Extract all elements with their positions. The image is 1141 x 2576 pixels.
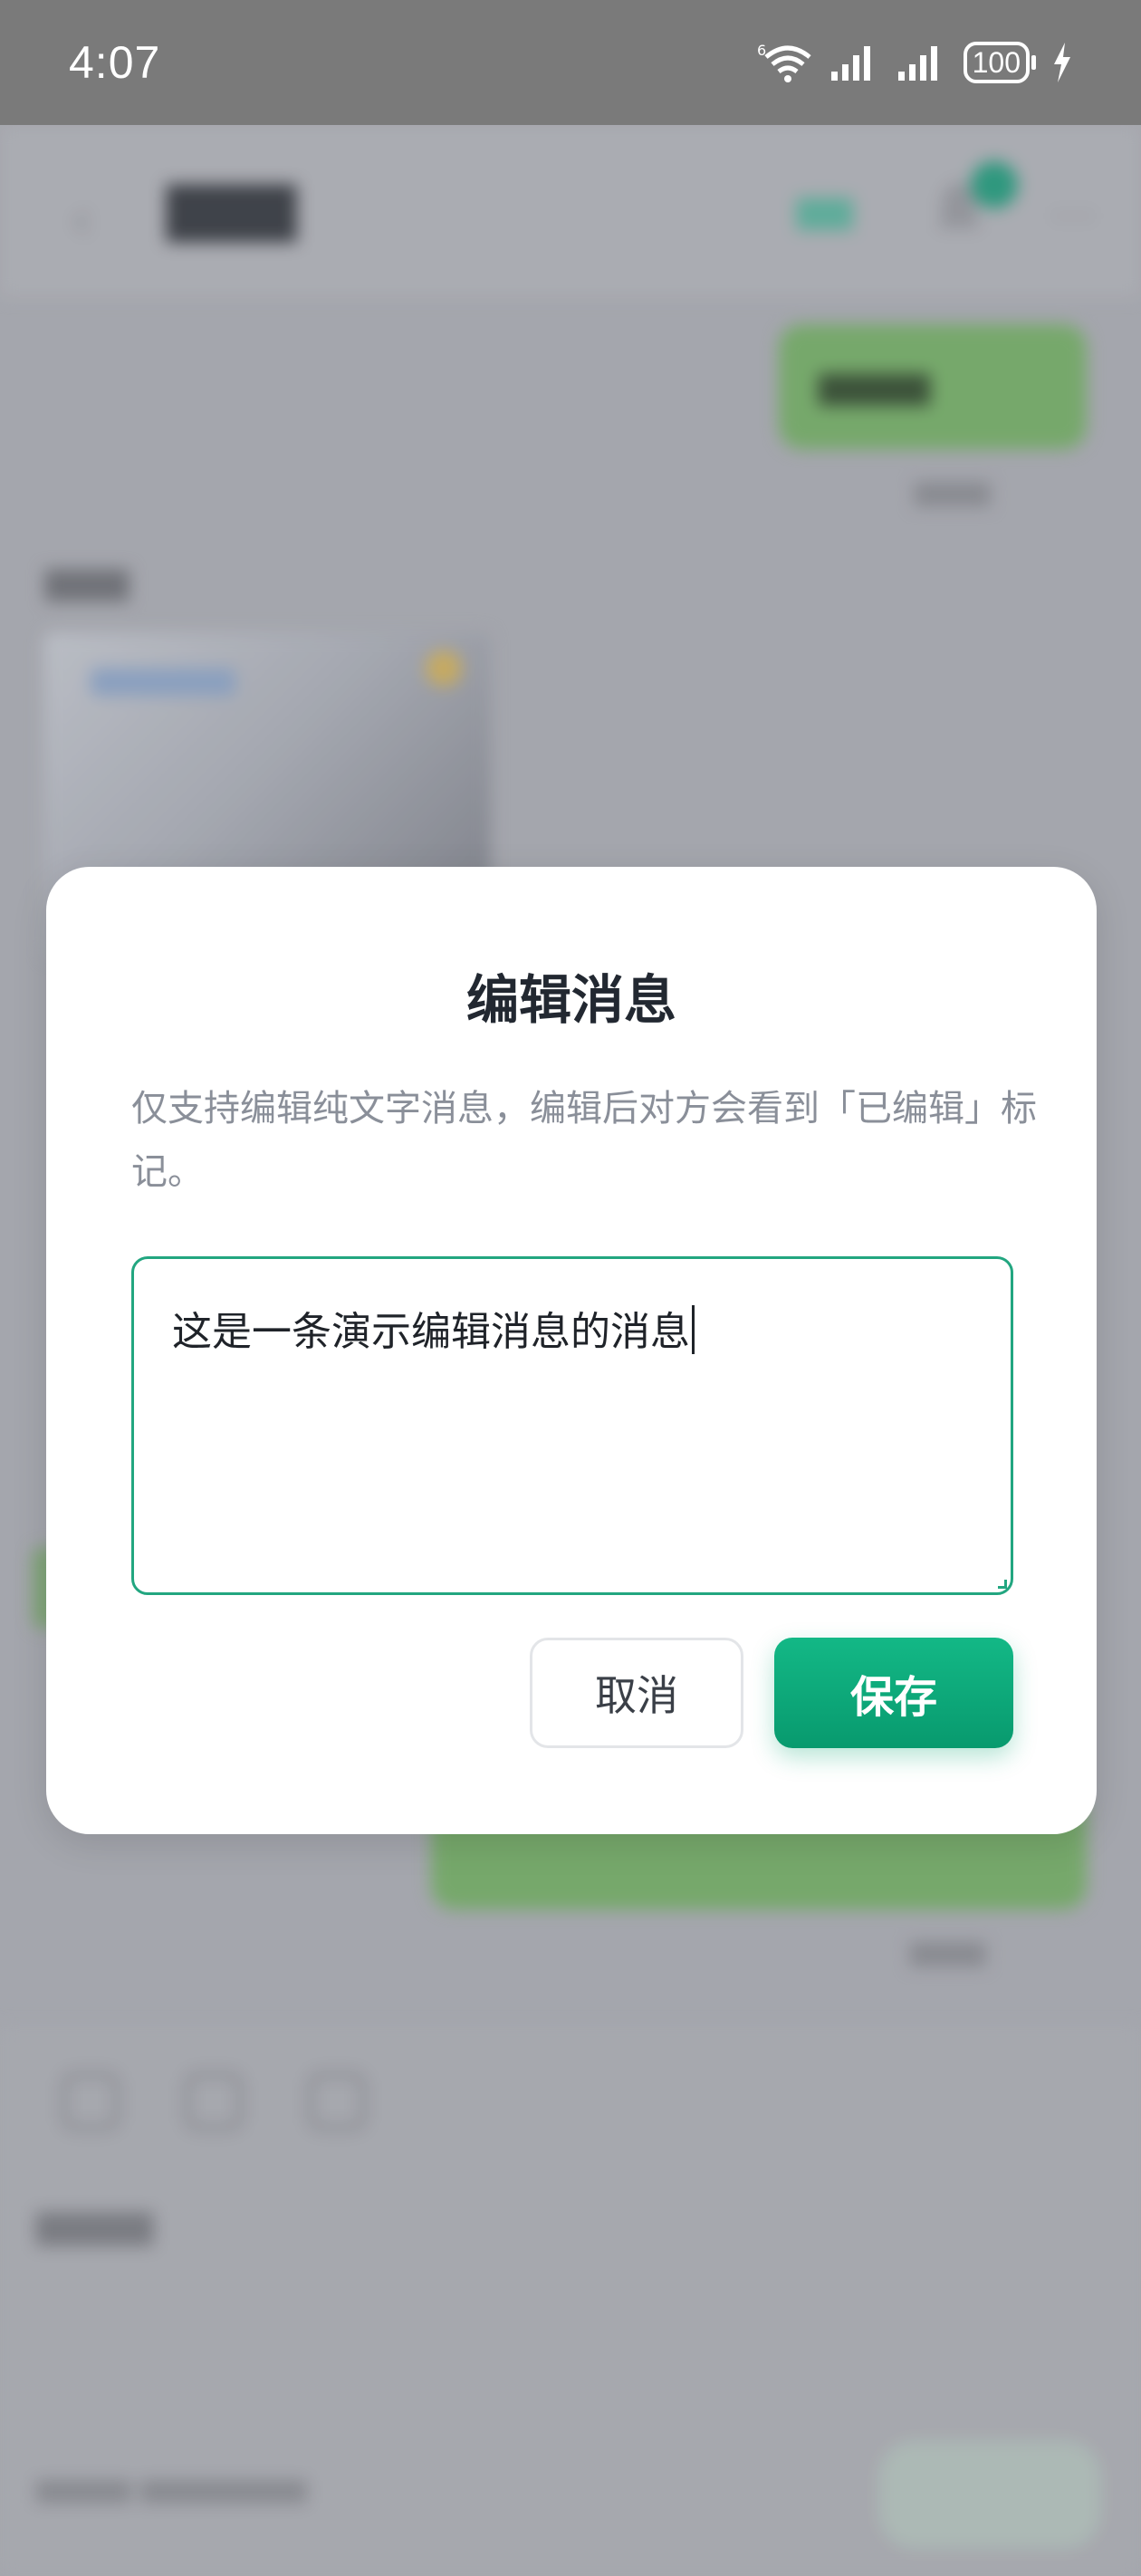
svg-text:6: 6 (757, 42, 766, 59)
message-edit-text-wrap: 这是一条演示编辑消息的消息 (172, 1299, 695, 1357)
edit-message-dialog: 编辑消息 仅支持编辑纯文字消息，编辑后对方会看到「已编辑」标记。 这是一条演示编… (46, 867, 1097, 1834)
status-time: 4:07 (69, 37, 161, 88)
text-caret (692, 1305, 695, 1354)
resize-handle-icon[interactable] (998, 1580, 1007, 1589)
status-icons: 6 100 (757, 41, 1072, 84)
charging-icon (1054, 43, 1070, 82)
dialog-description: 仅支持编辑纯文字消息，编辑后对方会看到「已编辑」标记。 (131, 1088, 1037, 1193)
dialog-title: 编辑消息 (465, 969, 676, 1031)
signal-icon (897, 46, 937, 81)
message-edit-value: 这是一条演示编辑消息的消息 (172, 1309, 690, 1355)
signal-icon (830, 46, 870, 81)
cancel-button[interactable]: 取消 (530, 1638, 743, 1748)
wifi-icon: 6 (757, 42, 811, 82)
message-edit-textarea[interactable]: 这是一条演示编辑消息的消息 (131, 1256, 1013, 1595)
battery-icon: 100 (963, 42, 1036, 83)
save-button[interactable]: 保存 (774, 1638, 1013, 1748)
battery-level: 100 (963, 42, 1030, 83)
status-bar: 4:07 6 100 (0, 0, 1141, 125)
